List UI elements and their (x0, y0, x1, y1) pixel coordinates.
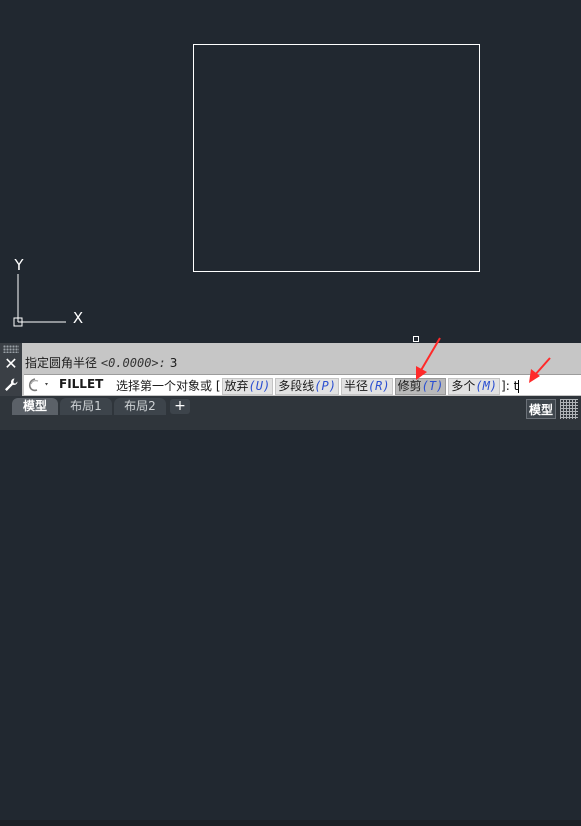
command-line-window: ✕ 指定圆角半径 <0.0000>: 3 FILLET 选择第一个对象或 [放弃… (0, 343, 581, 396)
options-bracket-close: ]: (501, 379, 510, 393)
text-caret (518, 380, 520, 393)
option-polyline-button[interactable]: 多段线(P) (275, 378, 339, 395)
command-input-row[interactable]: FILLET 选择第一个对象或 [放弃(U) 多段线(P) 半径(R) 修剪(T) 多个… (24, 374, 581, 395)
option-trim-label: 修剪 (397, 379, 422, 393)
history-default-value: <0.0000>: (100, 356, 166, 370)
drawn-rectangle[interactable] (193, 44, 480, 272)
ucs-y-label: Y (13, 256, 24, 274)
ucs-x-label: X (73, 309, 83, 327)
drag-handle[interactable] (3, 345, 19, 353)
ucs-icon: Y X (13, 256, 83, 327)
customize-wrench-icon[interactable] (2, 376, 20, 394)
history-prompt-text: 指定圆角半径 (25, 356, 98, 370)
command-name: FILLET (59, 377, 104, 391)
grid-display-icon[interactable] (560, 399, 578, 419)
recent-commands-icon[interactable] (26, 377, 52, 393)
drawing-canvas[interactable]: Y X (0, 0, 581, 343)
option-undo-button[interactable]: 放弃(U) (221, 378, 274, 395)
option-trim-button[interactable]: 修剪(T) (394, 378, 447, 395)
command-history-line: 指定圆角半径 <0.0000>: 3 (25, 354, 177, 371)
command-prompt-text: 选择第一个对象或 (116, 379, 213, 393)
option-undo-label: 放弃 (224, 379, 249, 393)
tab-model[interactable]: 模型 (12, 398, 58, 415)
option-multiple-label: 多个 (451, 379, 476, 393)
tab-layout1[interactable]: 布局1 (60, 398, 112, 415)
option-radius-key: (R) (367, 379, 390, 393)
options-bracket-open: [ (215, 379, 221, 393)
option-trim-key: (T) (421, 379, 444, 393)
grip-handle[interactable] (413, 336, 419, 342)
option-multiple-key: (M) (475, 379, 498, 393)
option-undo-key: (U) (248, 379, 271, 393)
close-command-line-button[interactable]: ✕ (2, 355, 20, 373)
option-radius-label: 半径 (343, 379, 368, 393)
status-model-space-button[interactable]: 模型 (526, 399, 556, 419)
add-layout-button[interactable]: + (170, 399, 190, 414)
option-multiple-button[interactable]: 多个(M) (448, 378, 501, 395)
command-line-toolbar: ✕ (0, 343, 22, 396)
taskbar-strip (0, 820, 581, 826)
command-prompt: 选择第一个对象或 [放弃(U) 多段线(P) 半径(R) 修剪(T) 多个(M)]: t (116, 377, 520, 395)
layout-tab-bar: 模型 布局1 布局2 + 模型 (0, 396, 581, 826)
history-entered-value: 3 (169, 356, 178, 370)
tab-layout2[interactable]: 布局2 (114, 398, 166, 415)
option-polyline-key: (P) (314, 379, 336, 393)
option-polyline-label: 多段线 (278, 379, 315, 393)
option-radius-button[interactable]: 半径(R) (340, 378, 393, 395)
